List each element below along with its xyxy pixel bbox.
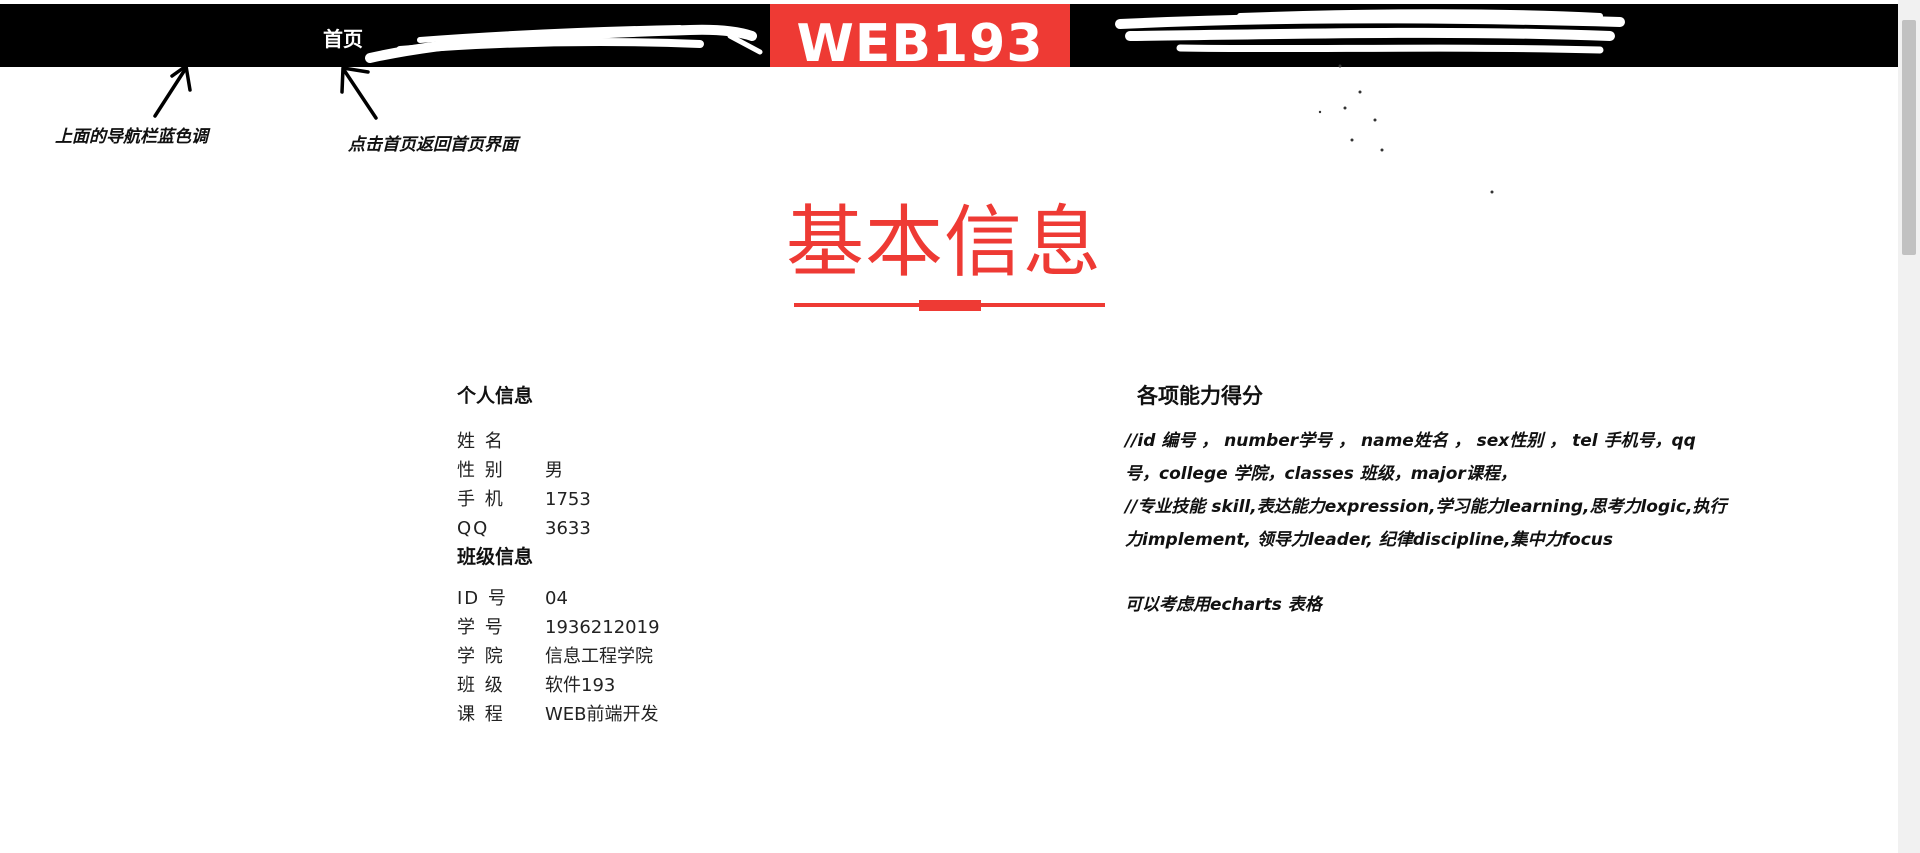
info-row-student-number: 学 号 1936212019 <box>457 613 977 642</box>
info-label: 姓 名 <box>457 431 505 452</box>
info-value: 1753 <box>545 489 591 510</box>
info-row-class: 班 级 软件193 <box>457 671 977 700</box>
info-row-college: 学 院 信息工程学院 <box>457 642 977 671</box>
info-value: 04 <box>545 588 568 609</box>
info-row-id: ID 号 04 <box>457 584 977 613</box>
info-value: WEB前端开发 <box>545 704 659 725</box>
info-label: 课 程 <box>457 704 505 725</box>
annotation-nav-color: 上面的导航栏蓝色调 <box>55 127 208 147</box>
abilities-notes: //id 编号 ， number学号 ， name姓名 ， sex性别 ， te… <box>1125 425 1745 557</box>
abilities-heading: 各项能力得分 <box>1137 384 1263 408</box>
info-value: 软件193 <box>545 675 616 696</box>
info-value: 男 <box>545 460 563 481</box>
nav-home-link[interactable]: 首页 <box>323 23 363 52</box>
info-label: 学 院 <box>457 646 505 667</box>
class-info-heading: 班级信息 <box>457 546 534 568</box>
info-label: 班 级 <box>457 675 505 696</box>
info-panel: 个人信息 姓 名 性 别 男 手 机 1753 QQ 3633 班级信息 ID … <box>457 382 977 729</box>
info-value: 1936212019 <box>545 617 660 638</box>
info-label: 性 别 <box>457 460 505 481</box>
page-title: 基本信息 <box>786 198 1103 288</box>
info-value: 信息工程学院 <box>545 646 653 667</box>
info-label: QQ <box>457 518 490 539</box>
info-label: 学 号 <box>457 617 505 638</box>
info-label: 手 机 <box>457 489 505 510</box>
info-row-qq: QQ 3633 <box>457 514 977 543</box>
info-value: 3633 <box>545 518 591 539</box>
abilities-panel: 各项能力得分 //id 编号 ， number学号 ， name姓名 ， sex… <box>1125 380 1745 615</box>
abilities-note-line: 号，college 学院，classes 班级，major课程， <box>1125 464 1517 484</box>
page: 首页 WEB193 上面的导航栏蓝色调 点击首页返回首页界面 基本信息 个人信息… <box>0 0 1920 853</box>
vertical-scrollbar[interactable] <box>1898 0 1920 853</box>
info-row-name: 姓 名 <box>457 427 977 456</box>
personal-info-heading: 个人信息 <box>457 385 534 407</box>
abilities-hint: 可以考虑用echarts 表格 <box>1125 595 1322 615</box>
info-row-course: 课 程 WEB前端开发 <box>457 700 977 729</box>
info-row-phone: 手 机 1753 <box>457 485 977 514</box>
scrollbar-thumb[interactable] <box>1902 20 1916 255</box>
abilities-note-line: 力implement, 领导力leader, 纪律discipline,集中力f… <box>1125 530 1614 550</box>
top-nav-bar: 首页 WEB193 <box>0 4 1898 67</box>
annotation-home-click: 点击首页返回首页界面 <box>348 135 518 155</box>
abilities-note-line: //专业技能 skill,表达能力expression,学习能力learning… <box>1125 497 1727 517</box>
abilities-note-line: //id 编号 ， number学号 ， name姓名 ， sex性别 ， te… <box>1125 431 1696 451</box>
title-underline-accent <box>919 300 981 311</box>
site-logo: WEB193 <box>770 4 1070 67</box>
info-value <box>545 427 977 456</box>
info-row-sex: 性 别 男 <box>457 456 977 485</box>
info-label: ID 号 <box>457 588 508 609</box>
